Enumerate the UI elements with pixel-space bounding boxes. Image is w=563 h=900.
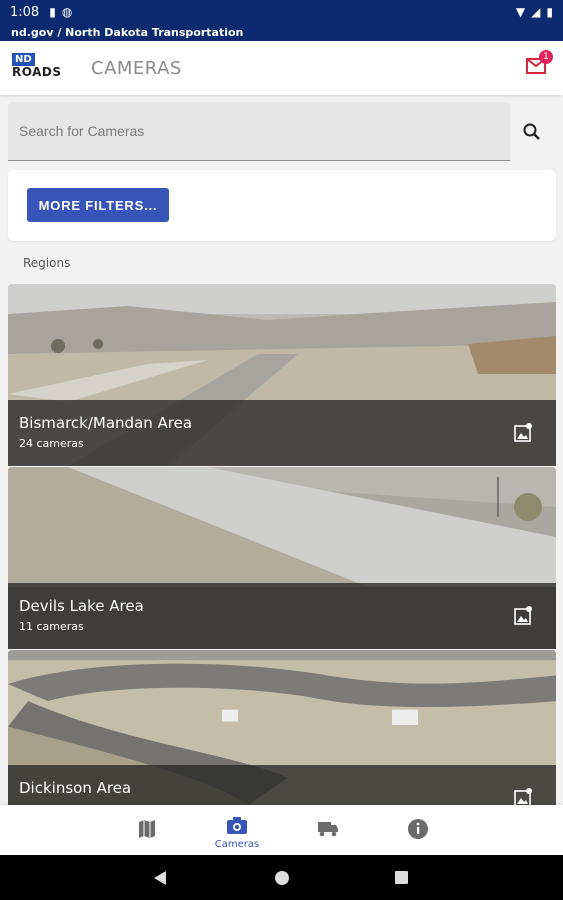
sim-icon: ▮ bbox=[49, 5, 56, 19]
bottom-nav: Cameras bbox=[0, 805, 563, 855]
recents-icon[interactable] bbox=[394, 870, 409, 885]
home-icon[interactable] bbox=[274, 870, 290, 886]
region-name: Devils Lake Area bbox=[19, 597, 144, 615]
nav-map[interactable] bbox=[117, 805, 177, 855]
region-overlay: Devils Lake Area 11 cameras bbox=[8, 583, 556, 649]
search-button[interactable] bbox=[520, 120, 544, 144]
logo-roads: ROADS bbox=[12, 65, 62, 79]
region-card-bismarck[interactable]: Bismarck/Mandan Area 24 cameras bbox=[8, 284, 556, 466]
url-bar: nd.gov / North Dakota Transportation bbox=[0, 24, 563, 41]
nav-trucks[interactable] bbox=[297, 805, 357, 855]
info-icon bbox=[408, 819, 428, 839]
back-icon[interactable] bbox=[153, 870, 167, 886]
camera-icon bbox=[227, 817, 247, 834]
image-icon[interactable] bbox=[514, 422, 534, 442]
truck-icon bbox=[318, 822, 338, 837]
search-icon bbox=[523, 123, 540, 140]
region-name: Bismarck/Mandan Area bbox=[19, 414, 193, 432]
map-icon bbox=[139, 820, 155, 838]
more-filters-button[interactable]: MORE FILTERS... bbox=[27, 188, 169, 222]
app-bar: ND ROADS CAMERAS 1 bbox=[0, 41, 563, 95]
messages-button[interactable]: 1 bbox=[526, 50, 553, 76]
search-input[interactable] bbox=[8, 102, 510, 160]
region-overlay: Bismarck/Mandan Area 24 cameras bbox=[8, 400, 556, 466]
signal-icon: ◢ bbox=[531, 5, 541, 19]
status-time: 1:08 bbox=[10, 4, 40, 20]
region-camera-count: 24 cameras bbox=[19, 437, 84, 450]
nav-info[interactable] bbox=[387, 805, 447, 855]
mail-badge: 1 bbox=[539, 50, 553, 64]
nav-cameras-label: Cameras bbox=[214, 839, 260, 850]
system-nav-bar bbox=[0, 855, 563, 900]
region-camera-count: 11 cameras bbox=[19, 620, 84, 633]
region-card-devils-lake[interactable]: Devils Lake Area 11 cameras bbox=[8, 467, 556, 649]
nd-roads-logo[interactable]: ND ROADS bbox=[12, 53, 68, 85]
status-bar: 1:08 ▮ ◍ ▼ ◢ ▮ bbox=[0, 0, 563, 24]
image-icon[interactable] bbox=[514, 787, 534, 805]
image-icon[interactable] bbox=[514, 605, 534, 625]
regions-heading: Regions bbox=[23, 256, 71, 270]
filters-card: MORE FILTERS... bbox=[8, 170, 556, 241]
region-overlay: Dickinson Area bbox=[8, 765, 556, 805]
battery-icon: ▮ bbox=[546, 5, 553, 19]
data-saver-icon: ◍ bbox=[61, 5, 73, 19]
search-field bbox=[8, 102, 510, 161]
wifi-icon: ▼ bbox=[515, 5, 526, 19]
region-name: Dickinson Area bbox=[19, 779, 132, 797]
region-card-dickinson[interactable]: Dickinson Area bbox=[8, 650, 556, 805]
nav-cameras[interactable]: Cameras bbox=[207, 805, 267, 855]
page-title: CAMERAS bbox=[91, 58, 182, 79]
